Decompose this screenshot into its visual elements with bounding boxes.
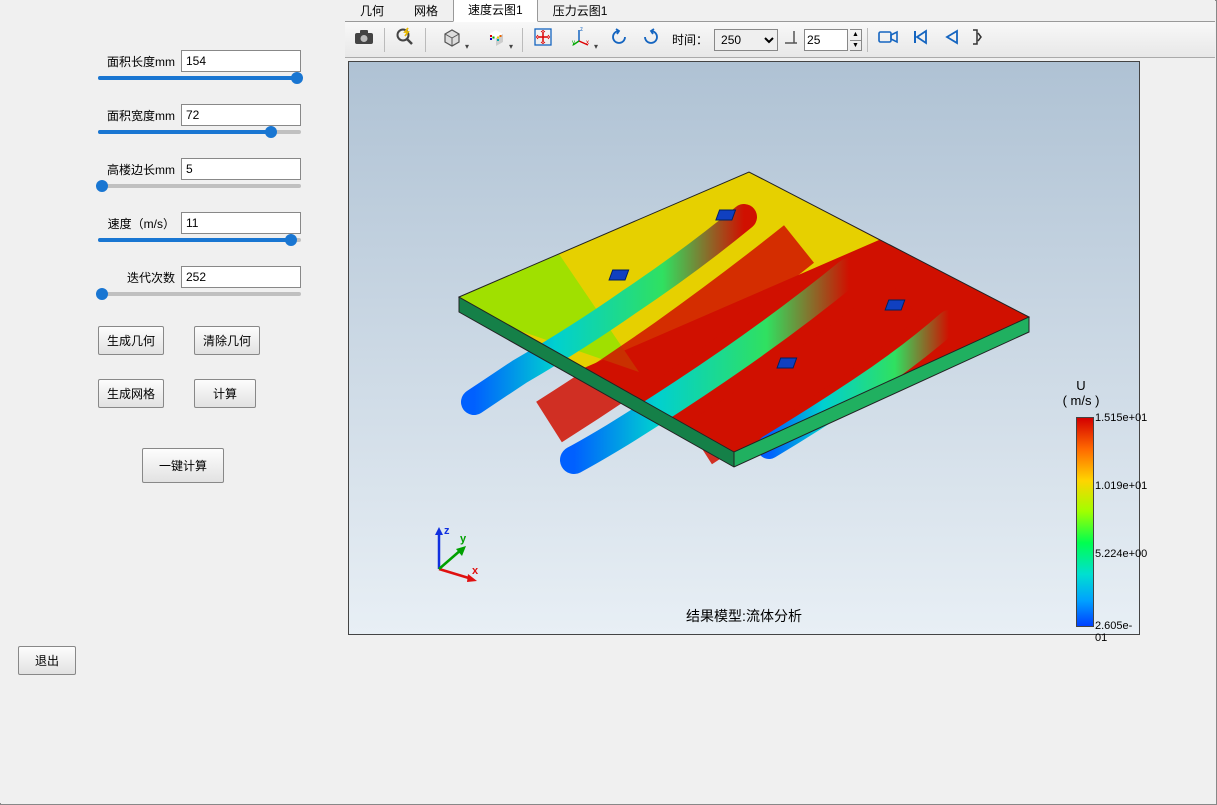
slider-handle-icon bbox=[784, 28, 798, 51]
play-reverse-icon bbox=[944, 29, 960, 50]
axes-orientation-button[interactable]: z x y bbox=[560, 26, 602, 54]
expand-arrows-icon bbox=[534, 28, 552, 51]
spin-down-icon[interactable]: ▼ bbox=[850, 41, 861, 51]
building-edge-slider[interactable] bbox=[30, 184, 315, 188]
xyz-axes-icon: z x y bbox=[571, 27, 591, 52]
colormap-button[interactable] bbox=[475, 26, 517, 54]
tab-pressure-contour[interactable]: 压力云图1 bbox=[538, 0, 623, 22]
magnifier-bolt-icon bbox=[395, 27, 415, 52]
svg-text:y: y bbox=[572, 40, 575, 46]
rotate-cw-icon bbox=[641, 27, 661, 52]
param-row-velocity: 速度（m/s） bbox=[30, 212, 315, 234]
tab-velocity-contour[interactable]: 速度云图1 bbox=[453, 0, 538, 22]
colorbar-title: U ( m/s ) bbox=[1051, 378, 1111, 408]
surface-rep-button[interactable] bbox=[431, 26, 473, 54]
spin-up-icon[interactable]: ▲ bbox=[850, 30, 861, 41]
viewport-toolbar: z x y 时间： 250 ▲ ▼ bbox=[345, 22, 1215, 58]
video-camera-icon bbox=[878, 29, 898, 50]
snapshot-button[interactable] bbox=[349, 26, 379, 54]
skip-first-icon bbox=[912, 29, 928, 50]
toolbar-separator bbox=[425, 28, 426, 52]
one-click-calc-button[interactable]: 一键计算 bbox=[142, 448, 224, 483]
velocity-input[interactable] bbox=[181, 212, 301, 234]
area-length-slider[interactable] bbox=[30, 76, 315, 80]
colorbar-tick: 5.224e+00 bbox=[1095, 548, 1139, 560]
generate-mesh-button[interactable]: 生成网格 bbox=[98, 379, 164, 408]
param-row-iterations: 迭代次数 bbox=[30, 266, 315, 288]
area-width-slider[interactable] bbox=[30, 130, 315, 134]
tabs-bar: 几何 网格 速度云图1 压力云图1 bbox=[345, 0, 1215, 22]
toolbar-separator bbox=[522, 28, 523, 52]
orientation-axes: z x y bbox=[424, 524, 484, 584]
first-frame-button[interactable] bbox=[905, 26, 935, 54]
building-edge-input[interactable] bbox=[181, 158, 301, 180]
param-label: 高楼边长mm bbox=[107, 161, 175, 178]
iterations-slider[interactable] bbox=[30, 292, 315, 296]
toolbar-separator bbox=[384, 28, 385, 52]
clear-geometry-button[interactable]: 清除几何 bbox=[194, 326, 260, 355]
param-label: 面积宽度mm bbox=[107, 107, 175, 124]
result-title: 结果模型:流体分析 bbox=[686, 606, 802, 626]
param-row-building-edge: 高楼边长mm bbox=[30, 158, 315, 180]
svg-text:z: z bbox=[444, 525, 450, 537]
frame-spin[interactable] bbox=[804, 29, 848, 51]
param-label: 迭代次数 bbox=[127, 269, 175, 286]
iterations-input[interactable] bbox=[181, 266, 301, 288]
prev-frame-button[interactable] bbox=[937, 26, 967, 54]
svg-text:z: z bbox=[580, 27, 583, 33]
expand-right-icon bbox=[972, 28, 982, 51]
time-label: 时间： bbox=[672, 31, 708, 48]
more-playback-button[interactable] bbox=[969, 26, 985, 54]
rubiks-cube-icon bbox=[486, 27, 506, 52]
velocity-contour-surface bbox=[409, 162, 1034, 512]
svg-text:x: x bbox=[472, 565, 479, 577]
tab-mesh[interactable]: 网格 bbox=[399, 0, 453, 22]
generate-geometry-button[interactable]: 生成几何 bbox=[98, 326, 164, 355]
velocity-slider[interactable] bbox=[30, 238, 315, 242]
param-label: 面积长度mm bbox=[107, 53, 175, 70]
camera-icon bbox=[354, 29, 374, 50]
toolbar-separator bbox=[867, 28, 868, 52]
rotate-cw-button[interactable] bbox=[636, 26, 666, 54]
rotate-ccw-button[interactable] bbox=[604, 26, 634, 54]
frame-spinner-buttons[interactable]: ▲ ▼ bbox=[850, 29, 862, 51]
zoom-reset-button[interactable] bbox=[390, 26, 420, 54]
parameter-panel: 面积长度mm 面积宽度mm 高楼边长mm 速度（m/s） 迭代次数 生成几何 清… bbox=[0, 0, 345, 803]
main-panel: 几何 网格 速度云图1 压力云图1 bbox=[345, 0, 1215, 803]
tab-geometry[interactable]: 几何 bbox=[345, 0, 399, 22]
calculate-button[interactable]: 计算 bbox=[194, 379, 256, 408]
record-animation-button[interactable] bbox=[873, 26, 903, 54]
svg-text:x: x bbox=[586, 40, 589, 46]
param-row-area-width: 面积宽度mm bbox=[30, 104, 315, 126]
rotate-ccw-icon bbox=[609, 27, 629, 52]
fit-view-button[interactable] bbox=[528, 26, 558, 54]
time-slider-button[interactable] bbox=[780, 26, 802, 54]
colorbar-tick: 2.605e-01 bbox=[1095, 620, 1139, 644]
area-width-input[interactable] bbox=[181, 104, 301, 126]
cube-outline-icon bbox=[442, 27, 462, 52]
area-length-input[interactable] bbox=[181, 50, 301, 72]
colorbar bbox=[1076, 417, 1094, 627]
param-row-area-length: 面积长度mm bbox=[30, 50, 315, 72]
svg-text:y: y bbox=[460, 533, 467, 545]
param-label: 速度（m/s） bbox=[108, 215, 175, 232]
render-viewport[interactable]: z x y 结果模型:流体分析 U ( m/s ) 1.515e+01 1.01… bbox=[348, 61, 1140, 635]
time-select[interactable]: 250 bbox=[714, 29, 778, 51]
exit-button[interactable]: 退出 bbox=[18, 646, 76, 675]
colorbar-tick: 1.515e+01 bbox=[1095, 412, 1139, 424]
colorbar-tick: 1.019e+01 bbox=[1095, 480, 1139, 492]
